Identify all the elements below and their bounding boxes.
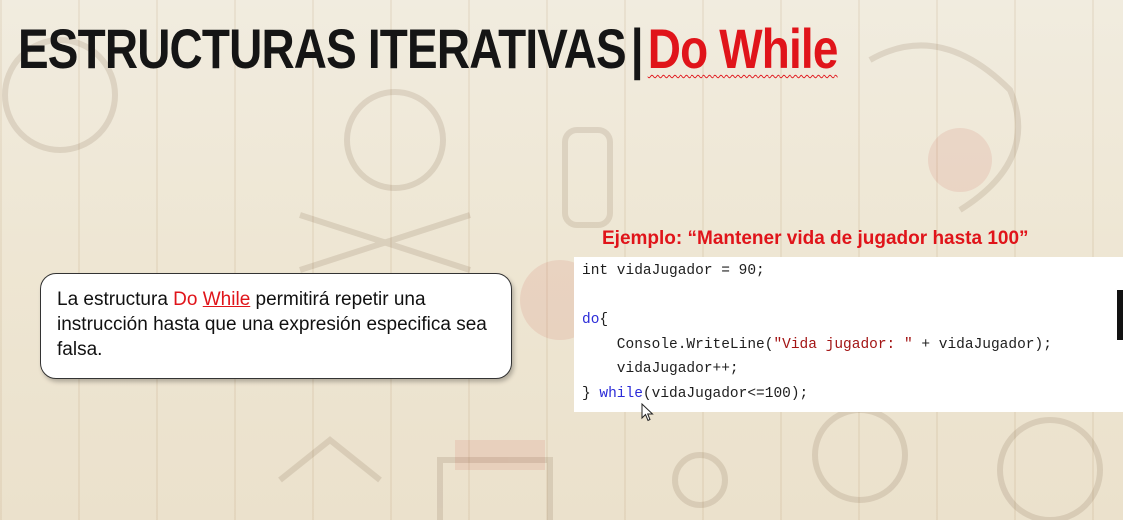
mouse-pointer-icon [641, 403, 654, 422]
code-line-1: int vidaJugador = 90; [582, 263, 765, 279]
example-heading: Ejemplo: “Mantener vida de jugador hasta… [602, 228, 1029, 249]
code-line-3-rest: { [599, 312, 609, 328]
callout-text-before: La estructura [57, 289, 174, 310]
title-main: ESTRUCTURAS ITERATIVAS [18, 17, 627, 80]
code-block: int vidaJugador = 90; do{ Console.WriteL… [582, 259, 1052, 406]
code-line-6-end: (vidaJugador<=100); [642, 385, 809, 402]
code-string-literal: "Vida jugador: " [773, 336, 913, 353]
definition-callout: La estructura Do While permitirá repetir… [40, 273, 512, 379]
code-snippet: int vidaJugador = 90; do{ Console.WriteL… [574, 257, 1123, 412]
code-line-4-end: + vidaJugador); [912, 336, 1052, 353]
code-keyword-while: while [599, 385, 643, 402]
slide-title: ESTRUCTURAS ITERATIVAS|Do While [18, 14, 838, 84]
callout-keyword-do: Do [173, 289, 198, 310]
callout-keyword-while: While [202, 289, 251, 310]
code-line-5: vidaJugador++; [582, 361, 739, 377]
title-accent: Do While [647, 17, 839, 80]
code-line-4-start: Console.WriteLine( [582, 336, 774, 353]
callout-text: La estructura Do While permitirá repetir… [57, 287, 495, 362]
code-line-6-start: } [582, 385, 600, 402]
edge-bar [1117, 290, 1123, 340]
code-keyword-do: do [582, 312, 600, 328]
title-separator: | [630, 17, 644, 80]
